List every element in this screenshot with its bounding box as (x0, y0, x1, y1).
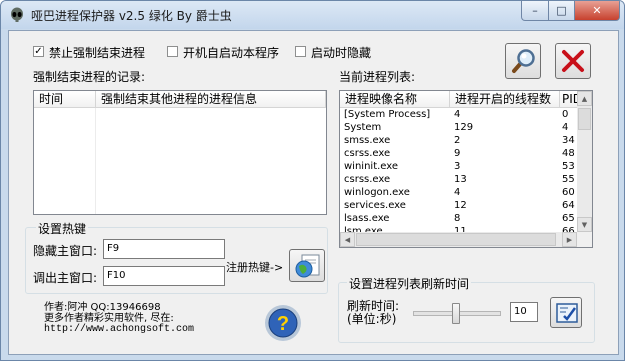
pid-cell: 48 (562, 148, 575, 159)
minimize-button[interactable]: – (521, 1, 549, 21)
process-header-pid[interactable]: PID (560, 91, 578, 108)
process-row[interactable]: wininit.exe 3 53 (340, 160, 578, 173)
kill-log-list[interactable]: 时间 强制结束其他进程的进程信息 (33, 90, 327, 215)
client-area: ✓ 禁止强制结束进程 开机自启动本程序 启动时隐藏 强制结束进程的记录: 时间 … (8, 30, 619, 355)
kill-log-header-info[interactable]: 强制结束其他进程的进程信息 (96, 91, 326, 108)
search-button[interactable] (505, 43, 541, 79)
process-name-cell: lsass.exe (344, 213, 390, 224)
register-hotkey-label: 注册热键-> (226, 261, 284, 274)
kill-log-label: 强制结束进程的记录: (33, 70, 146, 84)
thread-count-cell: 4 (454, 187, 461, 198)
process-name-cell: lsm.exe (344, 226, 383, 232)
pid-cell: 66 (562, 226, 575, 232)
vscroll-thumb[interactable] (578, 108, 591, 130)
svg-text:?: ? (277, 313, 289, 335)
thread-count-cell: 13 (454, 174, 467, 185)
pid-cell: 55 (562, 174, 575, 185)
process-row[interactable]: [System Process] 4 0 (340, 108, 578, 121)
block-kill-label[interactable]: 禁止强制结束进程 (49, 44, 145, 61)
magnifier-icon (512, 49, 535, 73)
close-window-button[interactable]: ✕ (574, 1, 620, 21)
process-row[interactable]: services.exe 12 64 (340, 199, 578, 212)
help-button[interactable]: ? (265, 305, 301, 341)
refresh-unit-label: (单位:秒) (347, 312, 397, 326)
thread-count-cell: 9 (454, 148, 461, 159)
refresh-group-label: 设置进程列表刷新时间 (347, 275, 472, 292)
process-name-cell: csrss.exe (344, 148, 391, 159)
pid-cell: 64 (562, 200, 575, 211)
thread-count-cell: 129 (454, 122, 474, 133)
red-x-icon (562, 50, 584, 72)
scroll-right-arrow-icon[interactable]: ▶ (562, 232, 577, 247)
kill-process-button[interactable] (555, 43, 591, 79)
process-row[interactable]: lsass.exe 8 65 (340, 212, 578, 225)
autostart-label[interactable]: 开机自启动本程序 (183, 44, 279, 61)
pid-cell: 4 (562, 122, 569, 133)
hide-on-start-checkbox[interactable] (295, 46, 306, 57)
pid-cell: 53 (562, 161, 575, 172)
author-info: 作者:阿冲 QQ:13946698 (44, 302, 161, 313)
thread-count-cell: 2 (454, 135, 461, 146)
scroll-down-arrow-icon[interactable]: ▼ (577, 217, 592, 232)
website-link[interactable]: http://www.achongsoft.com (44, 324, 194, 335)
thread-count-cell: 8 (454, 213, 461, 224)
process-header-threads[interactable]: 进程开启的线程数 (450, 91, 560, 108)
hide-hotkey-label: 隐藏主窗口: (33, 244, 98, 258)
scroll-left-arrow-icon[interactable]: ◀ (340, 232, 355, 247)
main-window: 哑巴进程保护器 v2.5 绿化 By 爵士虫 – □ ✕ ✓ 禁止强制结束进程 … (0, 0, 625, 361)
window-title: 哑巴进程保护器 v2.5 绿化 By 爵士虫 (31, 9, 232, 23)
pid-cell: 0 (562, 109, 569, 120)
process-row[interactable]: System 129 4 (340, 121, 578, 134)
show-hotkey-label: 调出主窗口: (33, 271, 98, 285)
process-row[interactable]: csrss.exe 13 55 (340, 173, 578, 186)
show-hotkey-input[interactable]: F10 (103, 266, 225, 286)
process-name-cell: wininit.exe (344, 161, 399, 172)
process-name-cell: smss.exe (344, 135, 391, 146)
hscroll-thumb[interactable] (356, 233, 556, 246)
process-name-cell: csrss.exe (344, 174, 391, 185)
process-name-cell: [System Process] (344, 109, 431, 120)
process-row[interactable]: smss.exe 2 34 (340, 134, 578, 147)
hotkey-group-label: 设置热键 (36, 220, 89, 237)
process-hscrollbar[interactable]: ◀ ▶ (340, 232, 577, 247)
thread-count-cell: 11 (454, 226, 467, 232)
checklist-icon (556, 303, 578, 323)
thread-count-cell: 12 (454, 200, 467, 211)
process-row[interactable]: csrss.exe 9 48 (340, 147, 578, 160)
pid-cell: 60 (562, 187, 575, 198)
alien-app-icon (11, 7, 23, 22)
scroll-up-arrow-icon[interactable]: ▲ (577, 91, 592, 106)
help-icon: ? (268, 308, 298, 338)
register-hotkey-button[interactable] (289, 249, 325, 282)
more-software-text: 更多作者精彩实用软件, 尽在: (44, 313, 174, 324)
process-name-cell: System (344, 122, 382, 133)
block-kill-checkbox[interactable]: ✓ (33, 46, 44, 57)
thread-count-cell: 3 (454, 161, 461, 172)
apply-refresh-button[interactable] (550, 297, 582, 328)
hide-on-start-label[interactable]: 启动时隐藏 (311, 44, 371, 61)
process-row[interactable]: winlogon.exe 4 60 (340, 186, 578, 199)
pid-cell: 65 (562, 213, 575, 224)
kill-log-header-time[interactable]: 时间 (34, 91, 96, 108)
title-bar[interactable]: 哑巴进程保护器 v2.5 绿化 By 爵士虫 – □ ✕ (1, 1, 624, 29)
autostart-checkbox[interactable] (167, 46, 178, 57)
thread-count-cell: 4 (454, 109, 461, 120)
process-rows: [System Process] 4 0 System 129 4 smss.exe 2 34 c… (340, 108, 578, 232)
maximize-button[interactable]: □ (548, 1, 575, 21)
process-list[interactable]: 进程映像名称 进程开启的线程数 PID [System Process]40Sy… (339, 90, 593, 248)
process-header-name[interactable]: 进程映像名称 (340, 91, 450, 108)
process-name-cell: services.exe (344, 200, 406, 211)
process-name-cell: winlogon.exe (344, 187, 410, 198)
process-row[interactable]: lsm.exe 11 66 (340, 225, 578, 232)
process-vscrollbar[interactable]: ▲ ▼ (577, 91, 592, 232)
process-list-label: 当前进程列表: (339, 70, 416, 84)
pid-cell: 34 (562, 135, 575, 146)
hide-hotkey-input[interactable]: F9 (103, 239, 225, 259)
refresh-slider-track[interactable] (413, 303, 501, 324)
refresh-slider-thumb[interactable] (452, 303, 460, 324)
globe-document-icon (295, 254, 320, 278)
refresh-interval-input[interactable]: 10 (510, 302, 538, 322)
